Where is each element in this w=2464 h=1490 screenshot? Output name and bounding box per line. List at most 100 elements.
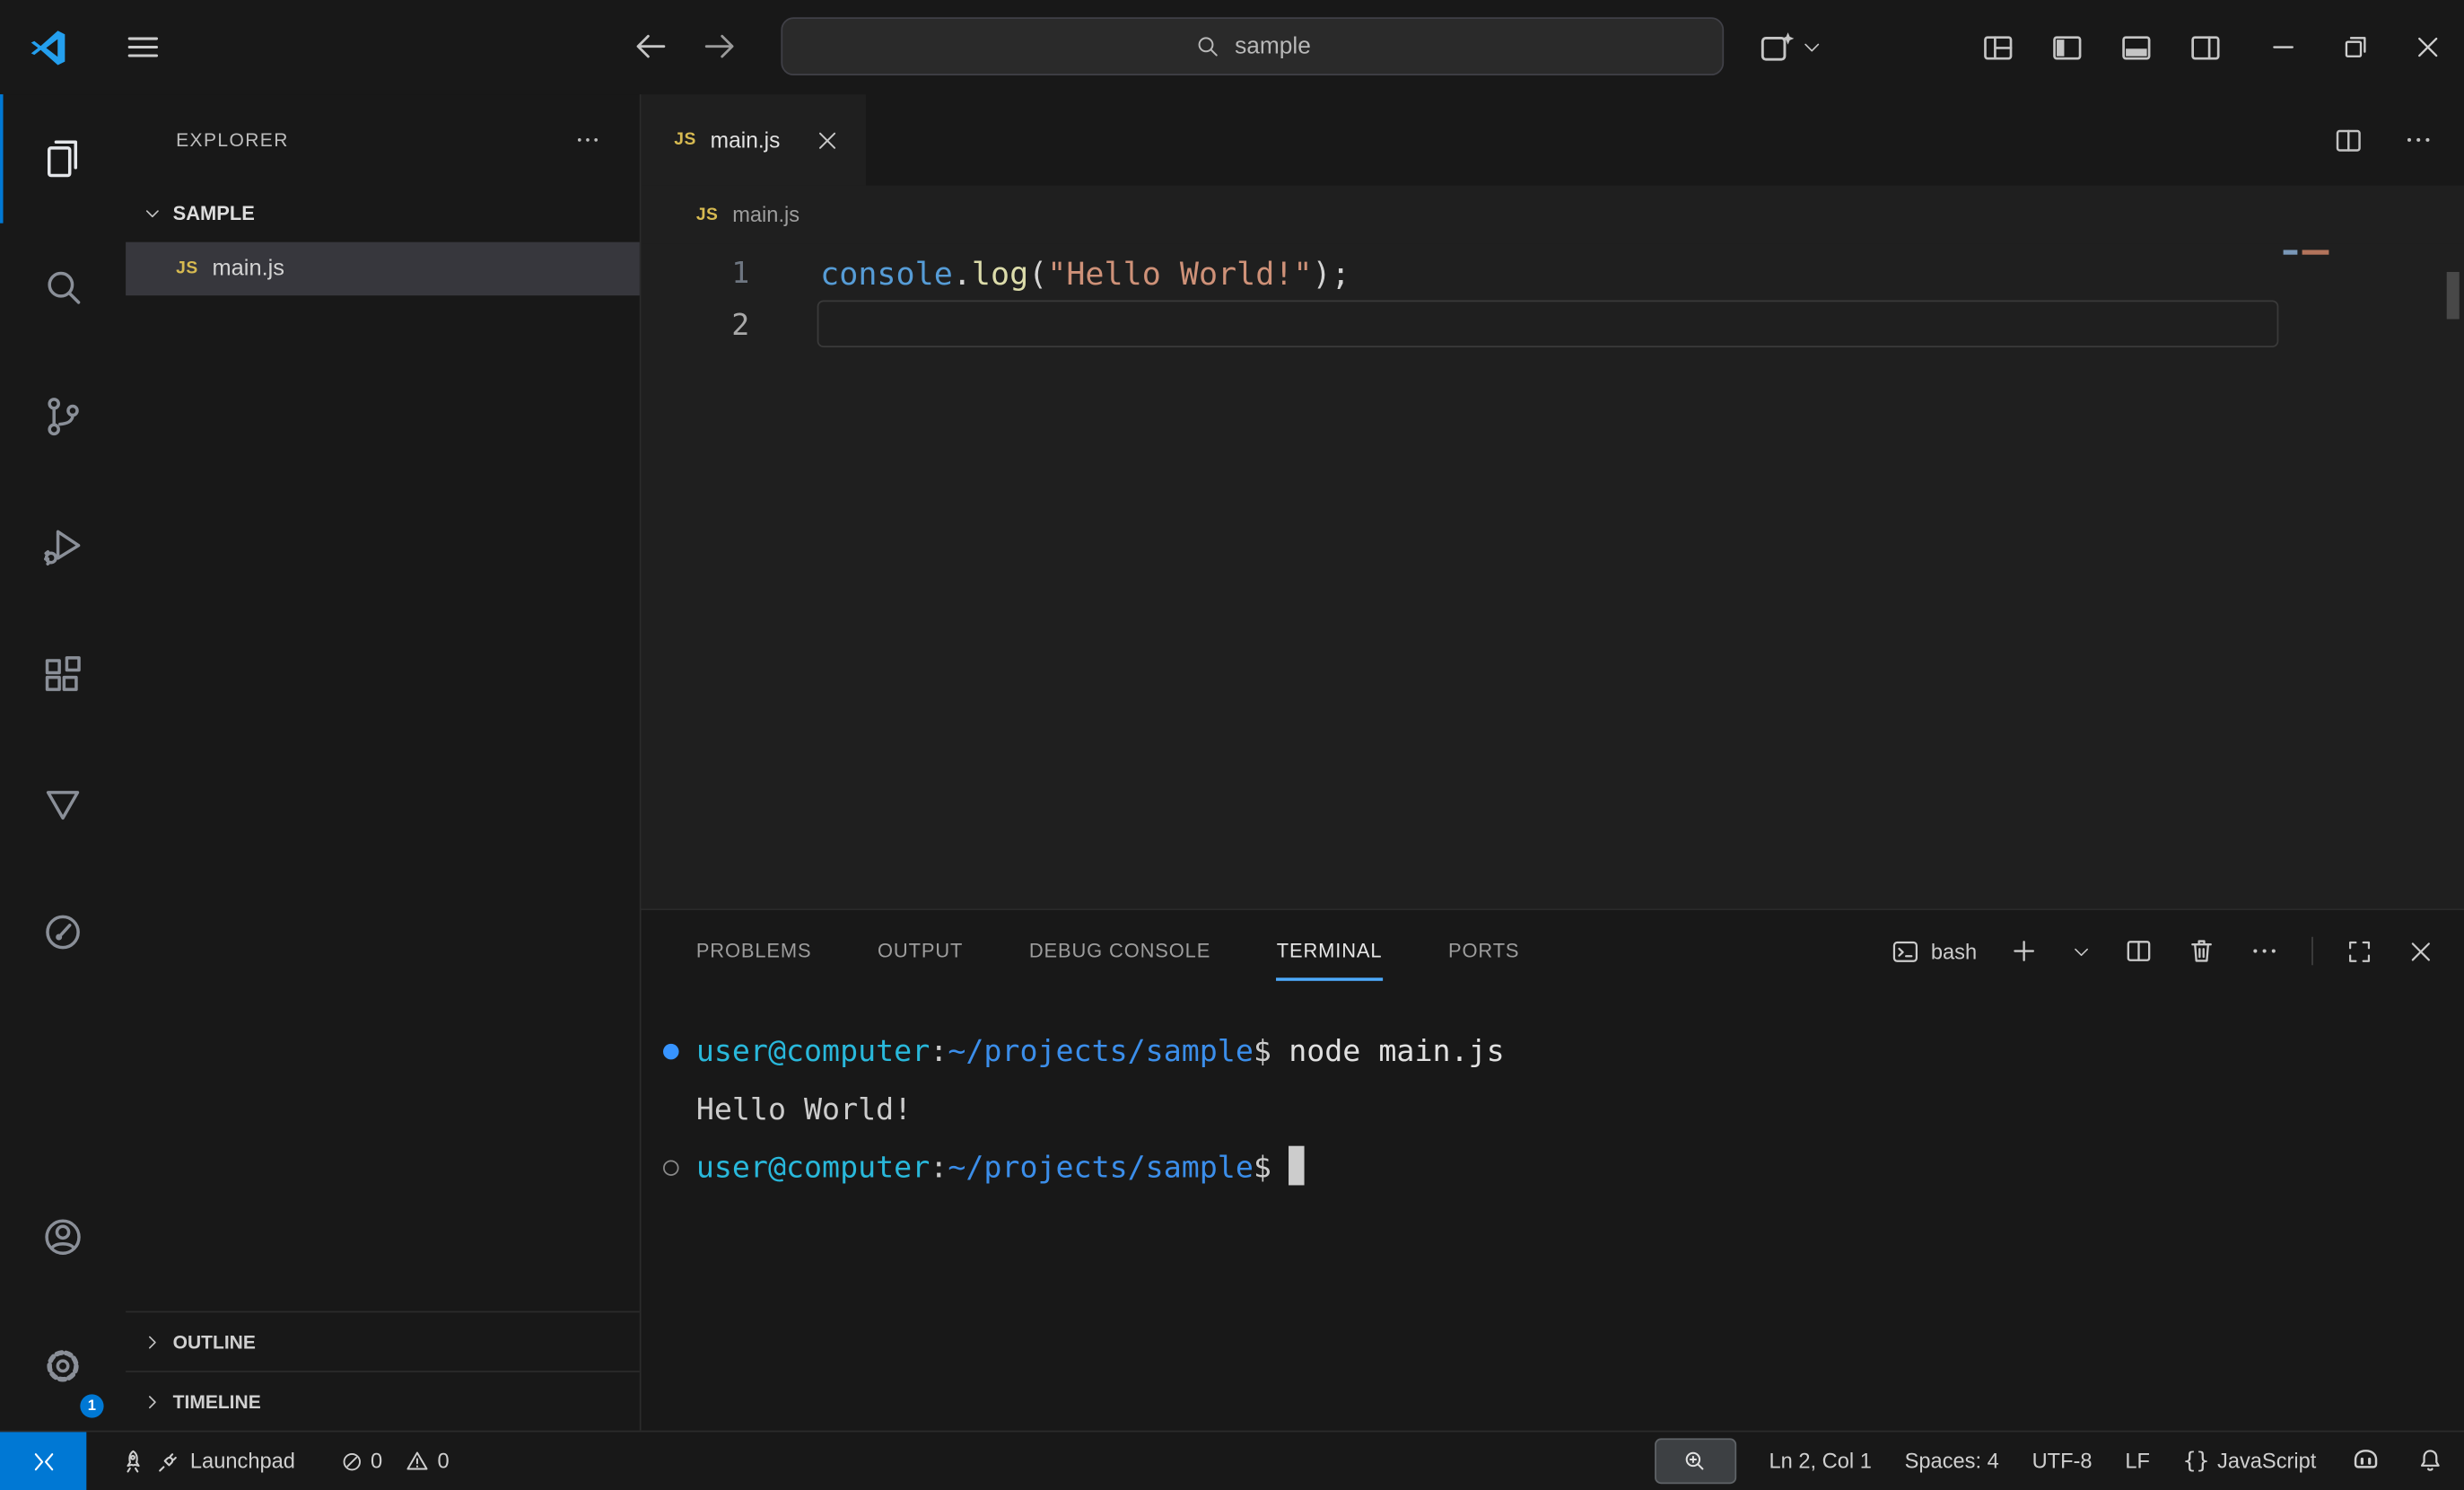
launchpad-label: Launchpad (190, 1450, 295, 1473)
terminal[interactable]: user@computer:~/projects/sample$node mai… (642, 992, 2464, 1431)
outline-section[interactable]: OUTLINE (126, 1311, 640, 1372)
panel-tab-problems[interactable]: PROBLEMS (696, 910, 812, 992)
title-bar: sample (0, 0, 2464, 94)
vscode-window: sample (0, 0, 2464, 1490)
terminal-line-output: Hello World! (696, 1082, 2464, 1140)
timeline-section[interactable]: TIMELINE (126, 1371, 640, 1431)
activity-bar: 1 (0, 94, 126, 1431)
activity-source-control-icon[interactable] (0, 352, 126, 481)
panel-tab-debug-console[interactable]: DEBUG CONSOLE (1029, 910, 1210, 992)
breadcrumb[interactable]: JS main.js (642, 186, 2464, 244)
copilot-status[interactable] (2349, 1444, 2382, 1477)
more-actions-icon[interactable] (2249, 935, 2280, 967)
activity-extensions-icon[interactable] (0, 609, 126, 739)
cursor-position-status[interactable]: Ln 2, Col 1 (1769, 1450, 1871, 1473)
status-bar: Launchpad 0 0 Ln 2, Col 1 Spaces: 4 UTF-… (0, 1431, 2464, 1490)
activity-run-debug-icon[interactable] (0, 481, 126, 610)
copilot-icon (2349, 1444, 2382, 1477)
line-number: 1 (642, 256, 750, 291)
terminal-dropdown-icon[interactable] (2071, 941, 2092, 961)
problems-status[interactable]: 0 0 (339, 1448, 465, 1475)
restore-button[interactable] (2320, 0, 2392, 94)
panel-tab-output[interactable]: OUTPUT (878, 910, 963, 992)
outline-section-label: OUTLINE (173, 1330, 256, 1353)
code-line-1: 1 console.log("Hello World!"); (642, 247, 2464, 299)
toggle-secondary-sidebar-icon[interactable] (2188, 29, 2224, 65)
close-tab-icon[interactable] (815, 127, 842, 153)
rocket-icon (118, 1447, 146, 1476)
explorer-more-actions-icon[interactable] (573, 126, 602, 154)
tab-label: main.js (711, 127, 781, 153)
command-decoration-icon[interactable] (663, 1044, 679, 1060)
editor-group: JS main.js JS main.js (642, 94, 2464, 1431)
notifications-status[interactable] (2416, 1446, 2445, 1476)
encoding-status[interactable]: UTF-8 (2032, 1450, 2093, 1473)
activity-accounts-icon[interactable] (0, 1172, 126, 1302)
go-back-icon[interactable] (632, 29, 669, 66)
terminal-cursor (1289, 1146, 1305, 1186)
search-command-center[interactable]: sample (781, 17, 1724, 75)
maximize-panel-icon[interactable] (2345, 936, 2374, 966)
bottom-panel: PROBLEMS OUTPUT DEBUG CONSOLE TERMINAL P… (642, 908, 2464, 1430)
folder-section-sample[interactable]: SAMPLE (126, 186, 640, 242)
eol-status[interactable]: LF (2125, 1450, 2150, 1473)
editor-more-actions-icon[interactable] (2403, 124, 2434, 155)
terminal-line-prompt: user@computer:~/projects/sample$ (696, 1140, 2464, 1198)
explorer-sidebar: EXPLORER SAMPLE JS main.js OUTLI (126, 94, 641, 1431)
sidebar-title: EXPLORER (176, 129, 289, 152)
toggle-primary-sidebar-icon[interactable] (2049, 29, 2085, 65)
close-window-button[interactable] (2391, 0, 2464, 94)
activity-settings-gear-icon[interactable]: 1 (0, 1302, 126, 1431)
divider (2311, 937, 2313, 966)
braces-icon: {} (2183, 1449, 2210, 1474)
editor-scrollbar[interactable] (2447, 272, 2460, 320)
launchpad-status[interactable]: Launchpad (118, 1447, 295, 1476)
js-file-icon: JS (696, 206, 719, 224)
file-item-label: main.js (213, 256, 284, 281)
activity-circle-extension-icon[interactable] (0, 868, 126, 997)
toggle-panel-icon[interactable] (2119, 29, 2154, 65)
current-line-highlight (817, 300, 2279, 347)
command-center-text: sample (1235, 33, 1311, 60)
terminal-line-command: user@computer:~/projects/sample$node mai… (696, 1023, 2464, 1082)
folder-section-label: SAMPLE (173, 203, 255, 225)
code-editor[interactable]: 1 console.log("Hello World!"); 2 (642, 243, 2464, 908)
breadcrumb-file: main.js (732, 203, 799, 226)
activity-triangle-extension-icon[interactable] (0, 739, 126, 868)
new-terminal-icon[interactable] (2008, 935, 2040, 967)
line-number: 2 (642, 307, 750, 342)
shell-selector[interactable]: bash (1890, 936, 1977, 966)
js-file-icon: JS (674, 130, 696, 149)
panel-tab-terminal[interactable]: TERMINAL (1277, 910, 1383, 992)
prompt-decoration-icon[interactable] (663, 1160, 679, 1176)
tab-main-js[interactable]: JS main.js (642, 94, 867, 186)
zoom-status[interactable] (1655, 1438, 1736, 1484)
editor-tab-bar: JS main.js (642, 94, 2464, 186)
go-forward-icon[interactable] (701, 29, 738, 66)
search-icon (1194, 33, 1221, 60)
activity-search-icon[interactable] (0, 224, 126, 353)
close-panel-icon[interactable] (2406, 936, 2435, 966)
menu-icon[interactable] (123, 27, 164, 68)
language-label: JavaScript (2217, 1450, 2316, 1473)
code-text: console.log("Hello World!"); (820, 254, 1350, 292)
split-editor-icon[interactable] (2332, 123, 2365, 156)
split-terminal-icon[interactable] (2123, 935, 2154, 967)
warning-count: 0 (437, 1450, 449, 1473)
activity-explorer-icon[interactable] (0, 94, 126, 224)
remote-indicator[interactable] (0, 1432, 86, 1490)
indentation-status[interactable]: Spaces: 4 (1905, 1450, 1999, 1473)
minimap[interactable] (2284, 250, 2329, 254)
language-status[interactable]: {} JavaScript (2183, 1449, 2317, 1474)
sparkle-window-icon[interactable] (1757, 28, 1796, 67)
code-line-2: 2 (642, 299, 2464, 351)
kill-terminal-icon[interactable] (2186, 935, 2217, 967)
file-item-main-js[interactable]: JS main.js (126, 242, 640, 296)
chevron-right-icon (142, 1330, 164, 1353)
panel-tab-ports[interactable]: PORTS (1448, 910, 1519, 992)
customize-layout-icon[interactable] (1980, 29, 2016, 65)
chevron-down-icon[interactable] (1801, 36, 1823, 58)
plug-icon (154, 1447, 183, 1476)
minimize-button[interactable] (2247, 0, 2320, 94)
chevron-right-icon (142, 1390, 164, 1413)
